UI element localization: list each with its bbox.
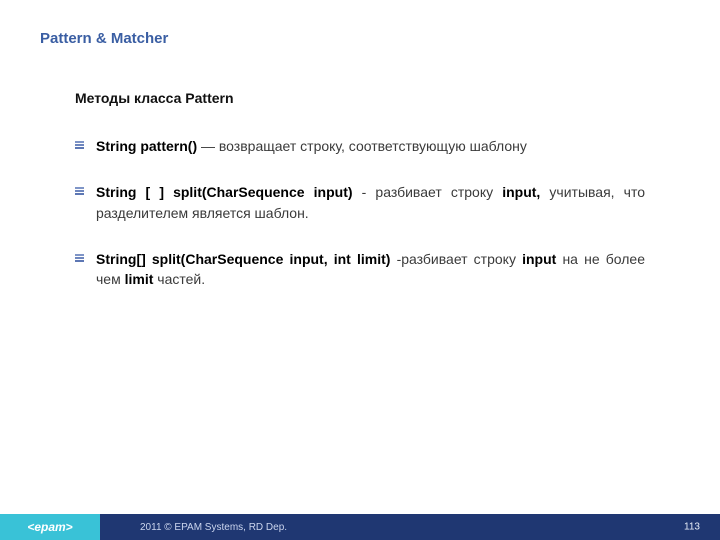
method-signature: String pattern() — [96, 138, 197, 154]
bullet-icon — [75, 254, 84, 262]
page-number: 113 — [684, 522, 700, 533]
copyright-text: 2011 © EPAM Systems, RD Dep. — [140, 522, 287, 533]
method-signature: String[] split(CharSequence input, int l… — [96, 251, 390, 267]
bullet-icon — [75, 187, 84, 195]
bullet-text: String [ ] split(CharSequence input) - р… — [96, 182, 645, 223]
list-item: String [ ] split(CharSequence input) - р… — [75, 182, 645, 223]
list-item: String pattern() — возвращает строку, со… — [75, 136, 645, 156]
bullet-text: String pattern() — возвращает строку, со… — [96, 136, 527, 156]
content-area: Методы класса Pattern String pattern() —… — [75, 90, 645, 315]
bullet-icon — [75, 141, 84, 149]
bullet-text: String[] split(CharSequence input, int l… — [96, 249, 645, 290]
footer: <epam> 2011 © EPAM Systems, RD Dep. 113 — [0, 514, 720, 540]
method-signature: String [ ] split(CharSequence input) — [96, 184, 353, 200]
list-item: String[] split(CharSequence input, int l… — [75, 249, 645, 290]
page-title: Pattern & Matcher — [40, 30, 168, 47]
footer-bar: 2011 © EPAM Systems, RD Dep. 113 — [100, 514, 720, 540]
section-heading: Методы класса Pattern — [75, 90, 645, 106]
brand-logo: <epam> — [0, 514, 100, 540]
